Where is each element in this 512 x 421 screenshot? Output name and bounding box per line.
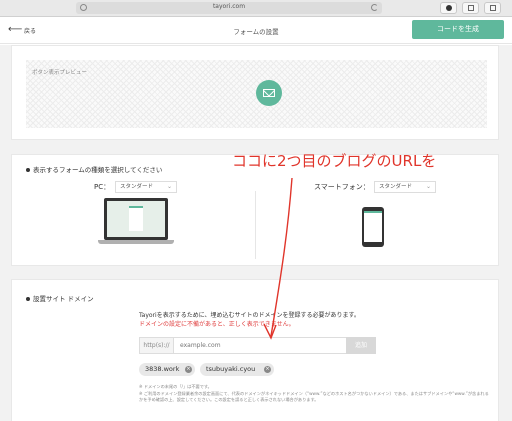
address-bar[interactable]: tayori.com	[76, 2, 382, 14]
laptop-base	[98, 240, 174, 244]
divider	[255, 191, 256, 259]
app-header: ⟵ 戻る フォームの設置 コードを生成	[0, 17, 512, 44]
annotation-text: ココに2つ目のブログのURLを	[232, 152, 437, 170]
bullet-icon	[26, 297, 30, 301]
domain-card: 設置サイト ドメイン Tayoriを表示するために、埋め込むサイトのドメインを登…	[11, 279, 499, 421]
bullet-icon	[26, 168, 30, 172]
domain-note: ※ ご利用のドメイン登録業者余の設定画面にて、代表のドメインがネイキッドドメイン…	[139, 391, 489, 402]
domain-tag: 3838.work ×	[139, 363, 195, 376]
preview-label: ボタン表示プレビュー	[32, 70, 88, 76]
remove-icon[interactable]: ×	[185, 366, 192, 373]
domain-tag: tsubuyaki.cyou ×	[200, 363, 274, 376]
generate-code-button[interactable]: コードを生成	[412, 20, 504, 39]
remove-icon[interactable]: ×	[264, 366, 271, 373]
chevron-down-icon: ⌄	[425, 183, 431, 190]
download-button[interactable]	[440, 2, 457, 14]
browser-toolbar: tayori.com	[0, 0, 512, 17]
domain-field: http(s)://	[139, 337, 375, 354]
tabs-button[interactable]	[484, 2, 501, 14]
share-button[interactable]	[462, 2, 479, 14]
laptop-preview	[104, 198, 168, 240]
domain-title: 設置サイト ドメイン	[26, 293, 94, 303]
chevron-down-icon: ⌄	[166, 183, 172, 190]
domain-warning: ドメインの設定に不備があると、正しく表示できません。	[139, 321, 295, 328]
pc-label: PC：	[94, 183, 111, 191]
tabs-icon	[490, 5, 496, 11]
sp-form-select[interactable]: スタンダード ⌄	[374, 181, 436, 193]
domain-input[interactable]	[180, 340, 360, 351]
preview-card: ボタン表示プレビュー	[11, 45, 499, 140]
download-icon	[446, 5, 452, 11]
add-domain-button[interactable]: 追加	[346, 337, 376, 354]
sp-label: スマートフォン：	[314, 183, 370, 191]
share-icon	[468, 5, 474, 11]
mail-button[interactable]	[256, 80, 282, 106]
form-type-title: 表示するフォームの種類を選択してください	[26, 164, 162, 174]
main-content: ボタン表示プレビュー 表示するフォームの種類を選択してください PC： スタンダ…	[0, 45, 512, 421]
domain-description: Tayoriを表示するために、埋め込むサイトのドメインを登録する必要があります。	[139, 312, 360, 319]
pc-form-select[interactable]: スタンダード ⌄	[115, 181, 177, 193]
domain-note: ※ ドメインの末尾の「/」は不要です。	[139, 384, 212, 389]
envelope-icon	[263, 89, 275, 97]
protocol-prefix: http(s)://	[140, 338, 174, 353]
url-text: tayori.com	[212, 3, 246, 10]
button-preview: ボタン表示プレビュー	[26, 60, 487, 128]
reload-icon[interactable]	[371, 4, 378, 11]
phone-preview	[362, 207, 384, 247]
